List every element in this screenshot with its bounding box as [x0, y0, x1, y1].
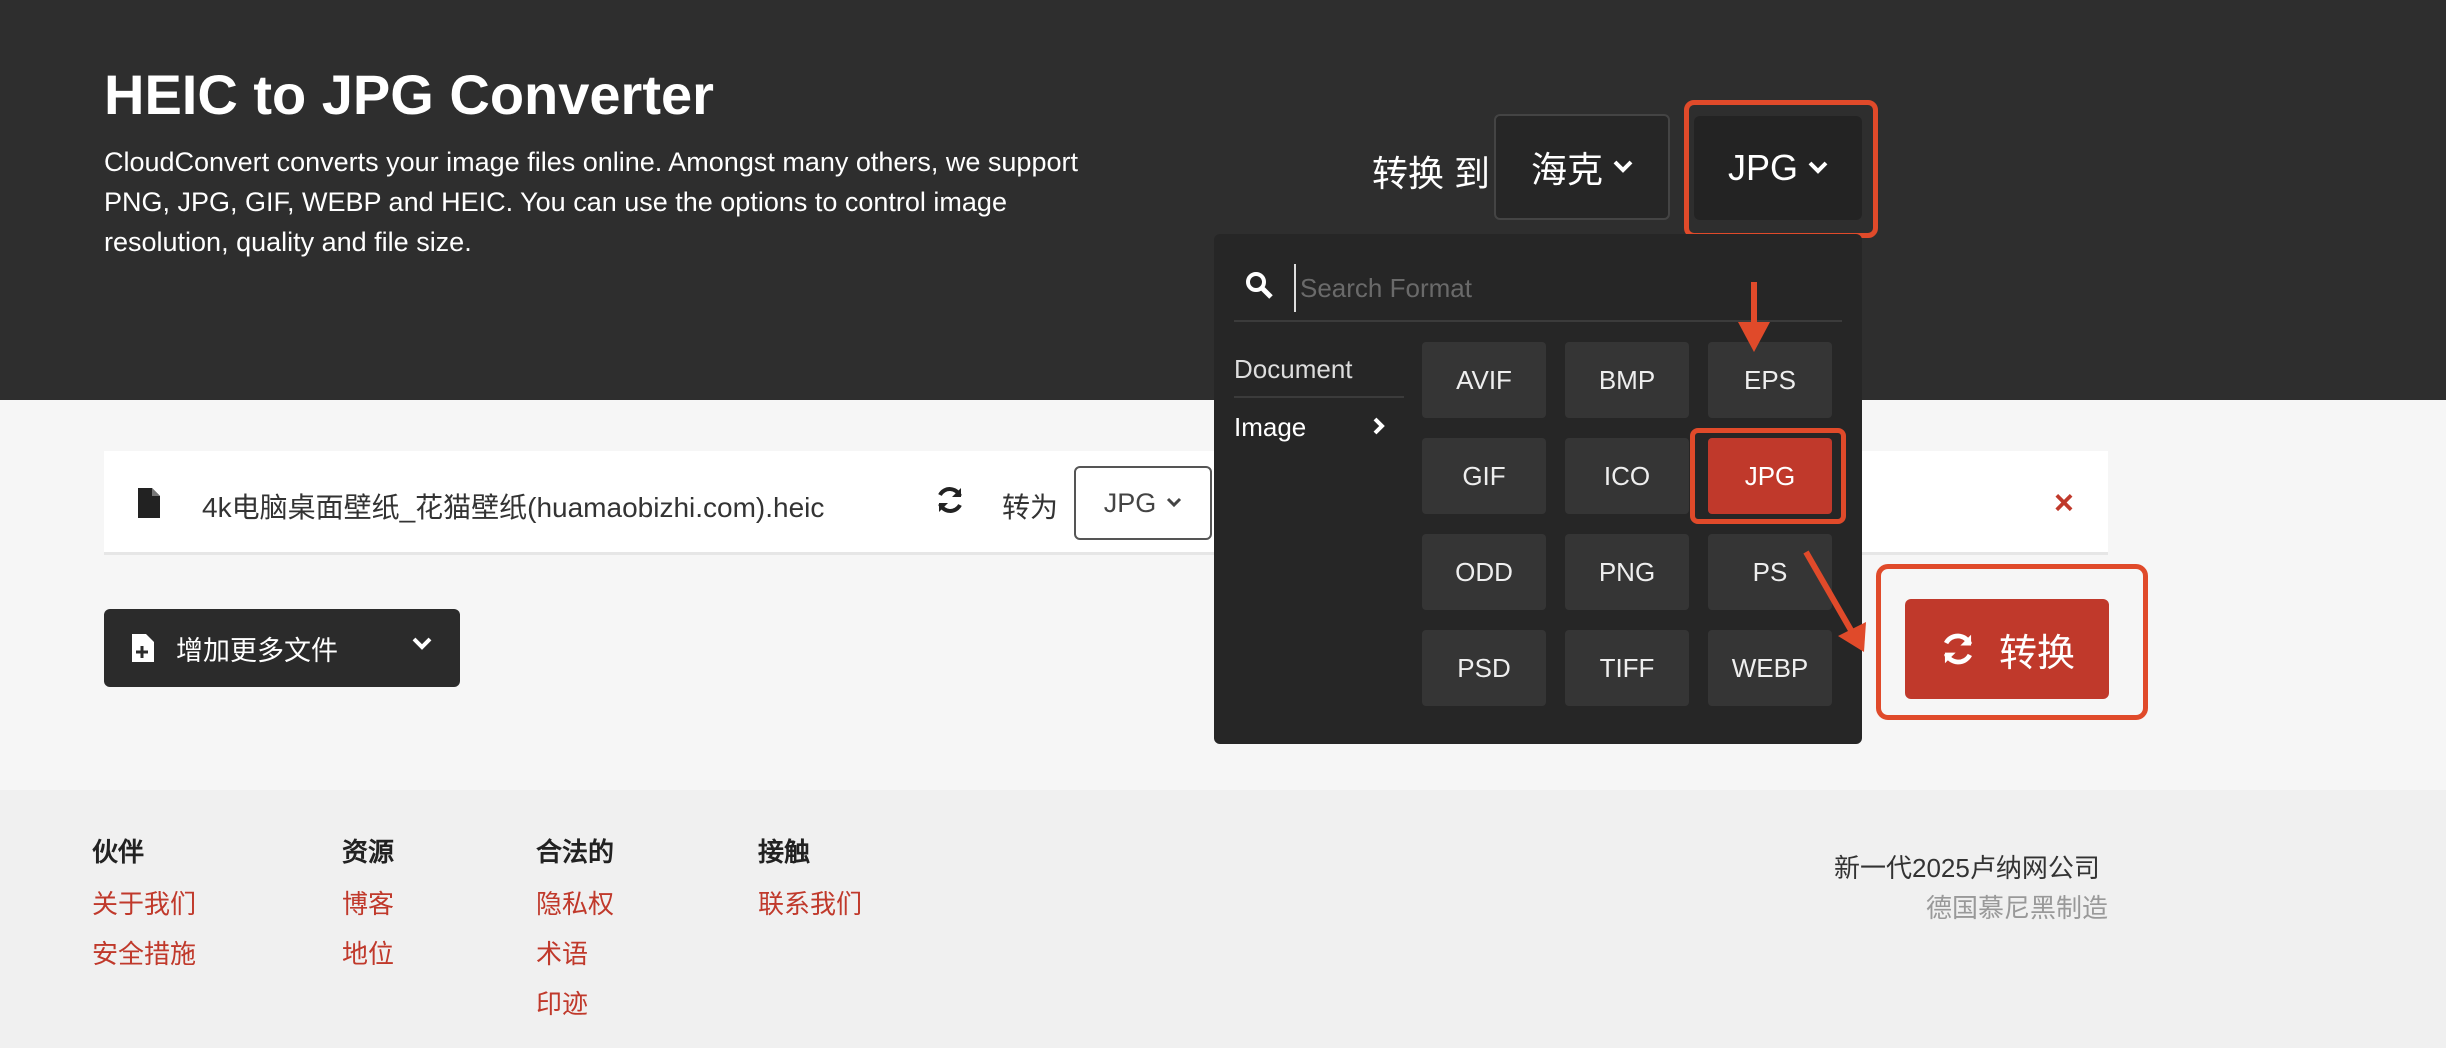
chevron-right-icon — [1373, 417, 1385, 435]
footer-heading-legal: 合法的 — [536, 837, 615, 867]
highlight-box-convert — [1876, 564, 2148, 720]
add-files-label: 增加更多文件 — [176, 635, 338, 666]
source-format-value: 海克 — [1530, 149, 1603, 190]
format-search-input[interactable] — [1294, 264, 1834, 312]
format-option-gif[interactable]: GIF — [1422, 438, 1546, 514]
source-format-select[interactable]: 海克 — [1494, 114, 1670, 220]
file-icon — [138, 488, 160, 518]
close-icon[interactable]: × — [2054, 484, 2074, 523]
file-format-select[interactable]: JPG — [1074, 466, 1212, 540]
footer-link-about[interactable]: 关于我们 — [92, 884, 196, 921]
footer-heading-partners: 伙伴 — [92, 837, 145, 867]
format-option-png[interactable]: PNG — [1565, 534, 1689, 610]
chevron-down-icon[interactable] — [412, 637, 432, 651]
file-add-icon — [132, 634, 154, 662]
convert-to-label: 转换 到 — [1372, 153, 1491, 194]
search-icon — [1246, 272, 1273, 299]
add-files-button[interactable]: 增加更多文件 — [104, 609, 460, 687]
footer-link-blog[interactable]: 博客 — [342, 884, 394, 921]
footer-heading-resources: 资源 — [342, 837, 395, 867]
format-option-bmp[interactable]: BMP — [1565, 342, 1689, 418]
category-document[interactable]: Document — [1234, 354, 1353, 385]
footer-link-security[interactable]: 安全措施 — [92, 934, 196, 971]
refresh-icon[interactable] — [934, 484, 966, 516]
format-option-psd[interactable]: PSD — [1422, 630, 1546, 706]
format-option-avif[interactable]: AVIF — [1422, 342, 1546, 418]
format-option-tiff[interactable]: TIFF — [1565, 630, 1689, 706]
file-name: 4k电脑桌面壁纸_花猫壁纸(huamaobizhi.com).heic — [202, 492, 825, 523]
footer-company: 新一代2025卢纳网公司 — [1834, 853, 2100, 883]
convert-to-label-row: 转为 — [1002, 492, 1059, 523]
chevron-down-icon — [1613, 160, 1633, 173]
category-image[interactable]: Image — [1234, 412, 1306, 443]
file-format-value: JPG — [1103, 487, 1157, 518]
footer-heading-contact: 接触 — [758, 837, 811, 867]
format-option-ps[interactable]: PS — [1708, 534, 1832, 610]
search-divider — [1234, 320, 1842, 322]
footer-link-contact[interactable]: 联系我们 — [758, 884, 862, 921]
page-title: HEIC to JPG Converter — [104, 63, 714, 126]
highlight-box-target-select — [1684, 100, 1878, 238]
footer-link-status[interactable]: 地位 — [342, 934, 394, 971]
category-divider — [1234, 396, 1404, 398]
chevron-down-icon — [1167, 497, 1182, 508]
page-description: CloudConvert converts your image files o… — [104, 147, 1078, 257]
footer-link-privacy[interactable]: 隐私权 — [536, 884, 614, 921]
footer-made-in: 德国慕尼黑制造 — [1926, 893, 2109, 923]
format-option-odd[interactable]: ODD — [1422, 534, 1546, 610]
footer-link-imprint[interactable]: 印迹 — [536, 984, 588, 1021]
format-option-ico[interactable]: ICO — [1565, 438, 1689, 514]
footer-link-terms[interactable]: 术语 — [536, 934, 588, 971]
highlight-box-jpg — [1690, 428, 1846, 524]
format-option-webp[interactable]: WEBP — [1708, 630, 1832, 706]
format-option-eps[interactable]: EPS — [1708, 342, 1832, 418]
